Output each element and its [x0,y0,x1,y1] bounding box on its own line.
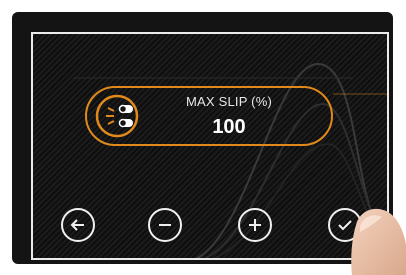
pointing-finger [351,208,406,275]
